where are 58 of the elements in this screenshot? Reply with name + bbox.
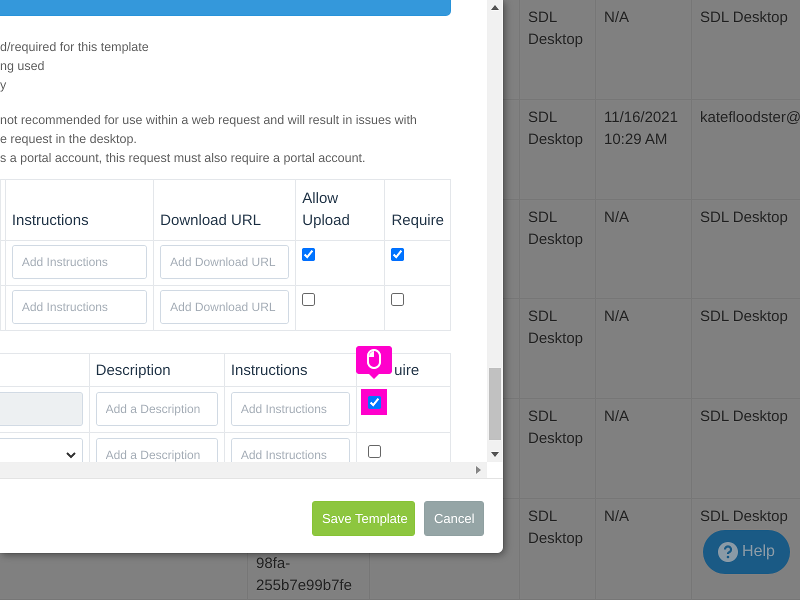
column-header: Instructions	[12, 212, 89, 229]
note-text: not recommended for use within a web request and will result in issues with	[0, 112, 418, 129]
note-text: e request in the desktop.	[0, 131, 138, 148]
table-cell-text: SDL Desktop	[528, 8, 584, 50]
table-cell-text: N/A	[604, 307, 630, 328]
table-cell-text: 98fa-255b7e99b7fe	[256, 554, 353, 596]
instructions-field[interactable]: Add Instructions	[12, 290, 148, 324]
require-checkbox[interactable]	[391, 293, 404, 306]
note-text: s a portal account, this request must also require a portal account.	[0, 150, 366, 167]
download-url-field[interactable]: Add Download URL	[160, 245, 290, 279]
mouse-click-marker	[356, 346, 392, 380]
table-cell-text: SDL Desktop	[700, 407, 788, 428]
table-cell-text: 11/16/2021 10:29 AM	[604, 108, 679, 150]
table-cell-text: SDL Desktop	[528, 108, 584, 150]
column-header: Allow Upload	[302, 190, 350, 229]
vertical-scrollbar[interactable]	[487, 0, 503, 462]
column-header: Download URL	[160, 212, 262, 229]
require-checkbox[interactable]	[391, 248, 404, 261]
download-url-field[interactable]: Add Download URL	[160, 290, 290, 324]
table-cell-text: N/A	[604, 506, 630, 527]
table-cell-text: SDL Desktop	[528, 407, 584, 450]
save-button[interactable]: Save Template	[312, 501, 415, 536]
instructions-field[interactable]: Add Instructions	[230, 438, 350, 462]
scrollbar-thumb[interactable]	[489, 368, 501, 440]
table-cell-text: SDL Desktop	[528, 506, 584, 549]
table-cell-text: SDL Desktop	[700, 208, 788, 228]
description-field[interactable]: Add a Description	[96, 392, 218, 426]
column-header: Description	[96, 362, 171, 378]
table-cell-text: N/A	[604, 407, 630, 428]
horizontal-scrollbar[interactable]	[0, 462, 487, 478]
table-cell-text: N/A	[604, 8, 630, 28]
column-header: Instructions	[230, 362, 308, 378]
help-button[interactable]: Help	[703, 530, 790, 574]
help-icon	[718, 542, 738, 562]
table-cell-text: SDL Desktop	[528, 208, 584, 250]
allow-upload-checkbox[interactable]	[302, 248, 316, 261]
table-cell-text: N/A	[604, 208, 630, 228]
require-checkbox[interactable]	[368, 444, 381, 458]
description-field[interactable]: Add a Description	[96, 438, 218, 462]
table-cell-text: katefloodster@	[700, 108, 800, 128]
column-header: uire	[394, 362, 420, 378]
note-text: ng used	[0, 58, 46, 75]
instructions-field[interactable]: Add Instructions	[230, 392, 350, 426]
instructions-field[interactable]: Add Instructions	[12, 245, 148, 279]
allow-upload-checkbox[interactable]	[302, 293, 316, 306]
table-cell-text: SDL Desktop	[700, 506, 788, 527]
note-text: d/required for this template	[0, 39, 150, 56]
table-cell-text: SDL Desktop	[700, 8, 788, 28]
chevron-down-icon	[66, 452, 76, 458]
scroll-down-icon[interactable]	[491, 452, 499, 457]
table-cell-text: SDL Desktop	[700, 307, 788, 328]
require-checkbox[interactable]	[368, 396, 381, 408]
scroll-up-icon[interactable]	[491, 5, 499, 10]
note-text: y	[0, 77, 8, 94]
table-cell-text: SDL Desktop	[528, 307, 584, 350]
column-header: Require	[391, 212, 444, 229]
scroll-right-icon[interactable]	[476, 466, 481, 474]
cancel-button[interactable]: Cancel	[424, 501, 484, 536]
